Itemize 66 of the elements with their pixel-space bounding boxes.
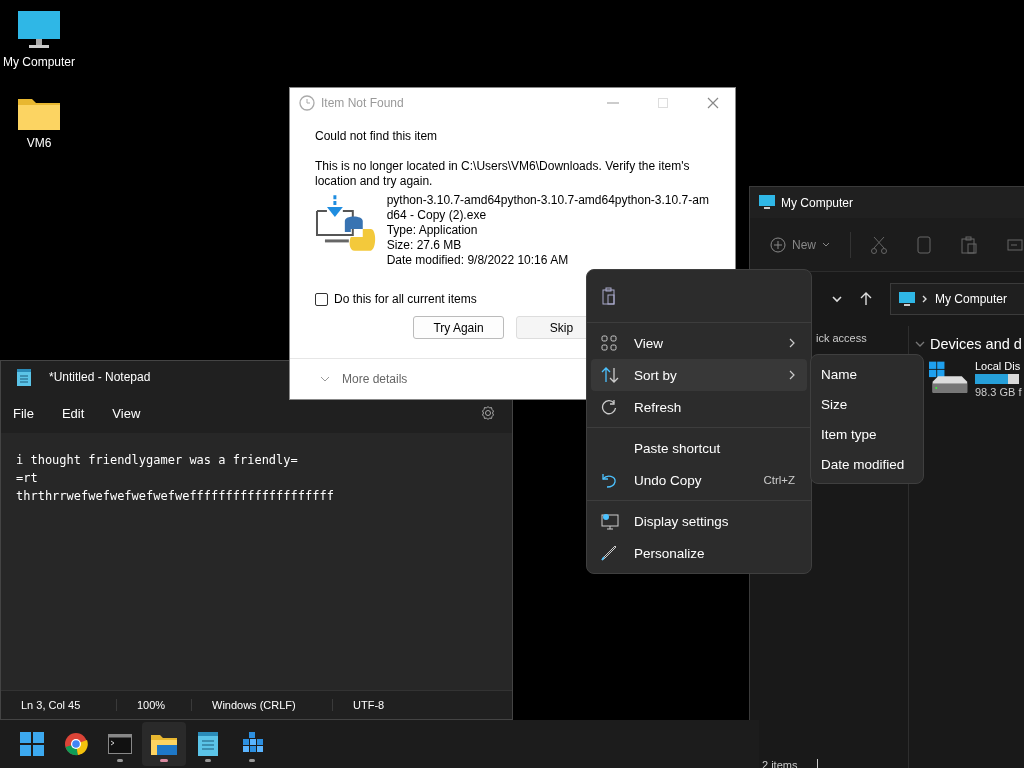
file-detail: Date modified: 9/8/2022 10:16 AM xyxy=(386,253,570,268)
window-title: Item Not Found xyxy=(321,95,404,110)
terminal-icon[interactable] xyxy=(108,734,132,754)
sidebar-item[interactable]: ick access xyxy=(816,332,867,344)
dialog-button[interactable]: Try Again xyxy=(413,316,504,339)
menu-item[interactable]: Name xyxy=(811,359,923,389)
status-bar-text: Windows (CRLF) xyxy=(192,699,333,711)
free-space-text: 98.3 GB f xyxy=(975,386,1022,398)
file-name: python-3.10.7-amd64python-3.10.7-amd64python-3.10.7-amd64 - Copy (2).exe xyxy=(386,193,710,223)
grid-icon xyxy=(601,335,617,351)
caret-icon xyxy=(822,241,830,248)
pen-icon xyxy=(601,545,617,561)
shortcut-text: Ctrl+Z xyxy=(763,474,795,486)
menu-item[interactable]: Item type xyxy=(811,419,923,449)
plus-icon xyxy=(770,236,786,253)
menu-item[interactable]: Size xyxy=(811,389,923,419)
folder-icon[interactable] xyxy=(151,733,177,755)
monitor-icon xyxy=(759,195,775,210)
refresh-icon xyxy=(601,399,617,415)
display-settings-icon xyxy=(601,512,619,530)
dialog-message: This is no longer located in C:\Users\VM6\Downloads. Verify the item's location and try again. xyxy=(315,159,691,189)
monitor-icon[interactable] xyxy=(17,10,61,50)
new-button[interactable]: New xyxy=(770,236,830,253)
undo-icon xyxy=(601,472,617,488)
menu-item[interactable]: Refresh xyxy=(591,391,807,423)
more-details-link[interactable]: More details xyxy=(342,372,408,386)
window-title: *Untitled - Notepad xyxy=(49,370,151,384)
menu-item[interactable]: Sort by xyxy=(591,359,807,391)
drive-icon[interactable] xyxy=(929,360,969,396)
dialog-heading: Could not find this item xyxy=(315,129,439,143)
menu-item[interactable]: Edit xyxy=(61,405,85,421)
checkbox[interactable] xyxy=(315,292,328,306)
checkbox-label[interactable]: Do this for all current items xyxy=(334,292,477,306)
cut-icon[interactable] xyxy=(871,235,887,254)
clock-icon xyxy=(299,94,315,111)
paste-icon[interactable] xyxy=(602,287,618,305)
menu-item[interactable]: Date modified xyxy=(811,449,923,479)
file-detail: Type: Application xyxy=(386,223,479,238)
start-icon[interactable] xyxy=(20,732,44,756)
text-line: thrthrrwefwefwefwefwefweffffffffffffffffffff xyxy=(16,488,335,505)
chevron-right-icon xyxy=(922,295,928,303)
settings-icon[interactable] xyxy=(480,405,496,421)
browser-icon[interactable] xyxy=(64,732,88,756)
menu-item[interactable]: Paste shortcut xyxy=(591,432,807,464)
desktop-icon-label[interactable]: VM6 xyxy=(26,136,52,150)
window-title: My Computer xyxy=(781,195,854,210)
drive-name: Local Dis xyxy=(975,360,1022,372)
menu-item[interactable]: File xyxy=(13,405,34,421)
desktop-icon-label[interactable]: My Computer xyxy=(3,55,75,69)
status-bar-text: UTF-8 xyxy=(352,699,386,711)
status-bar-text: Ln 3, Col 45 xyxy=(1,699,117,711)
section-header: Devices and d xyxy=(930,336,1022,352)
close-icon[interactable] xyxy=(707,96,719,109)
menu-item[interactable]: Display settings xyxy=(591,505,807,537)
text-line: i thought friendlygamer was a friendly= xyxy=(16,452,299,469)
monitor-icon xyxy=(899,291,915,307)
up-arrow-icon[interactable] xyxy=(860,292,872,306)
status-bar-text: 100% xyxy=(117,699,192,711)
notepad-icon xyxy=(17,368,31,386)
menu-item[interactable]: Undo Copy Ctrl+Z xyxy=(591,464,807,496)
sort-icon xyxy=(601,367,619,383)
text-line: =rt xyxy=(16,470,39,487)
menu-item[interactable]: View xyxy=(112,405,141,421)
file-detail: Size: 27.6 MB xyxy=(386,238,463,253)
address-bar[interactable]: My Computer xyxy=(890,283,1024,315)
menu-item[interactable]: Personalize xyxy=(591,537,807,569)
